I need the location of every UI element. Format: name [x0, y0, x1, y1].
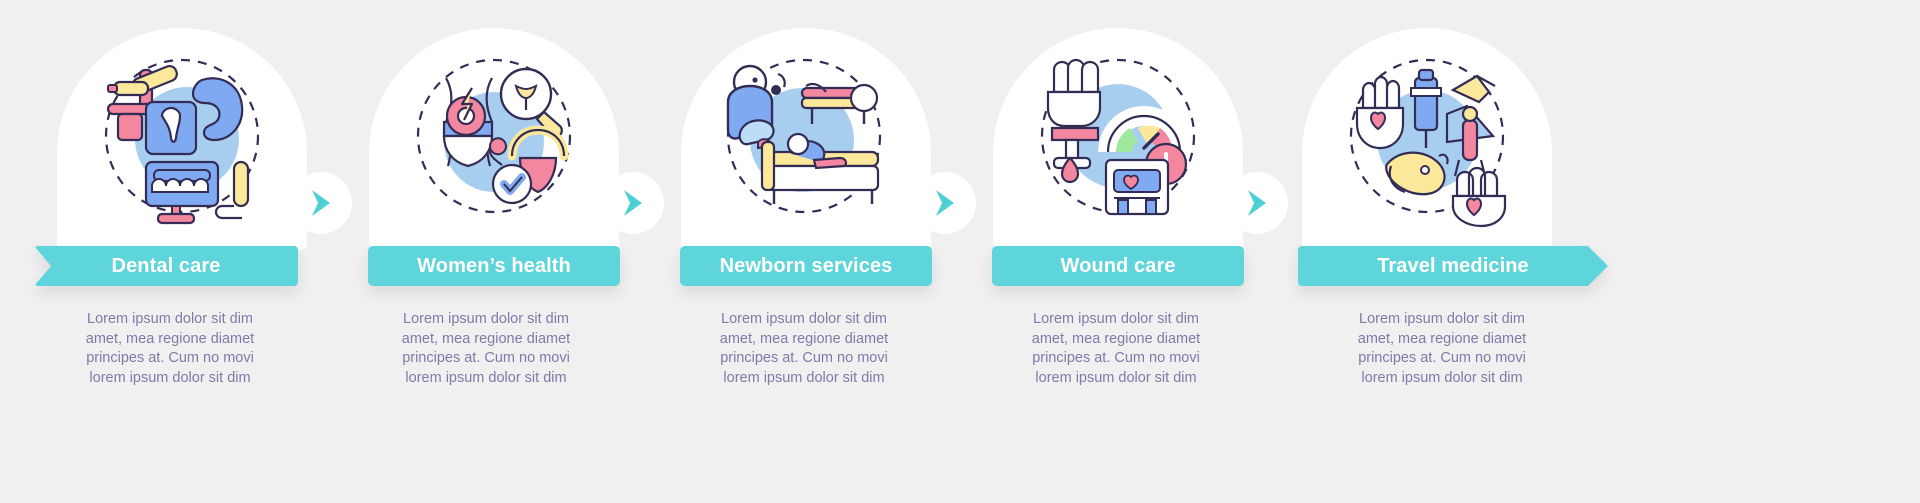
icon-panel-5: [1302, 28, 1552, 250]
step-label-3: Newborn services: [719, 254, 893, 277]
connector-3[interactable]: [914, 172, 976, 234]
chevron-right-icon: [936, 190, 954, 216]
step-banner-4[interactable]: Wound care: [992, 246, 1244, 286]
step-label-1: Dental care: [111, 254, 221, 277]
wound-bandage-hospital-icon: [1040, 58, 1196, 216]
step-banner-3[interactable]: Newborn services: [680, 246, 932, 286]
step-banner-2[interactable]: Women’s health: [368, 246, 620, 286]
step-label-5: Travel medicine: [1377, 254, 1529, 277]
banner-wrap-1: Dental care: [26, 246, 338, 286]
step-label-2: Women’s health: [417, 254, 571, 277]
banner-wrap-3: Newborn services: [650, 246, 962, 286]
infographic-process-chart: Dental care Lorem ipsum dolor sit dim am…: [0, 0, 1920, 503]
chevron-right-icon: [624, 190, 642, 216]
newborn-baby-crib-icon: [726, 58, 882, 214]
step-card-5[interactable]: Travel medicine Lorem ipsum dolor sit di…: [1274, 28, 1614, 388]
step-banner-1[interactable]: Dental care: [34, 246, 298, 286]
connector-1[interactable]: [290, 172, 352, 234]
icon-panel-1: [57, 28, 307, 250]
step-description-1: Lorem ipsum dolor sit dim amet, mea regi…: [85, 311, 255, 386]
step-description-5: Lorem ipsum dolor sit dim amet, mea regi…: [1357, 311, 1527, 386]
banner-wrap-5: Travel medicine: [1274, 246, 1614, 286]
step-label-4: Wound care: [1060, 254, 1176, 277]
step-banner-5[interactable]: Travel medicine: [1298, 246, 1608, 286]
step-description-3: Lorem ipsum dolor sit dim amet, mea regi…: [719, 311, 889, 386]
icon-panel-2: [369, 28, 619, 250]
icon-panel-4: [993, 28, 1243, 250]
step-description-2: Lorem ipsum dolor sit dim amet, mea regi…: [401, 311, 571, 386]
connector-4[interactable]: [1226, 172, 1288, 234]
dental-chair-teeth-icon: [104, 58, 260, 225]
connector-2[interactable]: [602, 172, 664, 234]
travel-vaccine-syringe-icon: [1349, 58, 1507, 228]
icon-panel-3: [681, 28, 931, 250]
chevron-right-icon: [312, 190, 330, 216]
banner-wrap-4: Wound care: [962, 246, 1274, 286]
step-description-4: Lorem ipsum dolor sit dim amet, mea regi…: [1031, 311, 1201, 386]
chevron-right-icon: [1248, 190, 1266, 216]
womens-health-uterus-icon: [416, 58, 572, 214]
banner-wrap-2: Women’s health: [338, 246, 650, 286]
